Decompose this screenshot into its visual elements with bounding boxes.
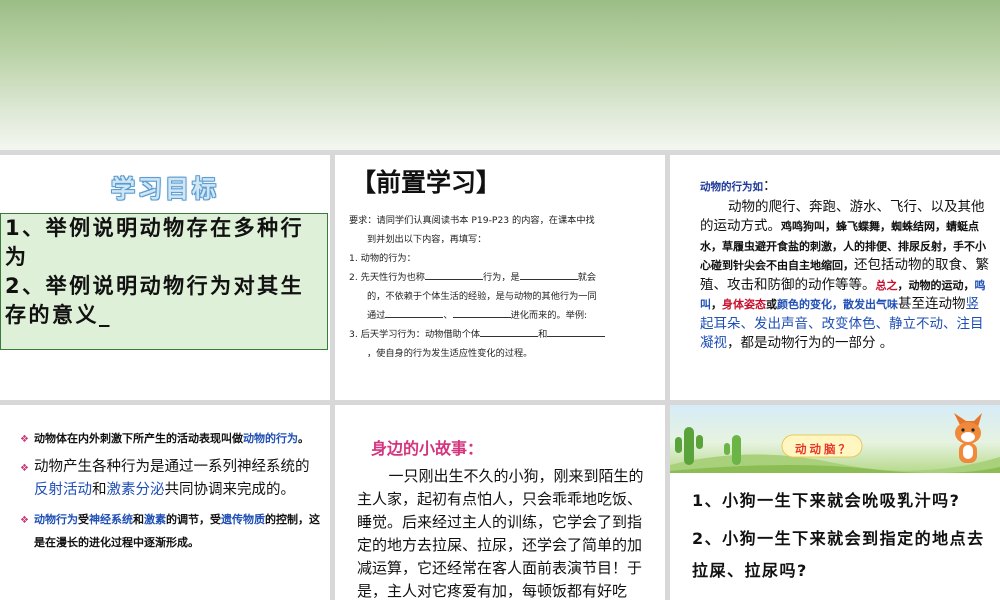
cartoon-scene [670,405,1000,474]
think-title: 动动脑？ [795,442,853,456]
question-3: 3. 后天学习行为：动物借助个体和 [349,325,654,344]
slide-preview-study[interactable]: 【前置学习】 要求：请同学们认真阅读书本 P19-P23 的内容，在课本中找 到… [335,155,665,400]
story-title: 身边的小故事： [371,439,484,458]
header-banner [0,0,1000,150]
think-question-2: 2、小狗一生下来就会到指定的地点去拉屎、拉尿吗? [692,529,985,580]
slide-story[interactable]: 身边的小故事： 一只刚出生不久的小狗，刚来到陌生的主人家，起初有点怕人，只会乖乖… [335,405,665,600]
preview-study-title: 【前置学习】 [351,168,502,197]
bullet-item: ❖ 动物产生各种行为是通过一系列神经系统的反射活动和激素分泌共同协调来完成的。 [20,459,310,498]
goals-box: 1、举例说明动物存在多种行为 2、举例说明动物行为对其生存的意义_ [0,213,328,350]
diamond-bullet-icon: ❖ [20,515,29,526]
requirement-line: 要求：请同学们认真阅读书本 P19-P23 的内容，在课本中找 [349,215,595,226]
bullet-item: ❖ 动物体在内外刺激下所产生的活动表现叫做动物的行为。 [20,427,320,450]
goal-item: 1、举例说明动物存在多种行为 [5,216,305,269]
question-2: 2. 先天性行为也称 行为，是 就会 [349,270,597,283]
fox-icon [954,413,982,463]
cartoon-scene-illustration [670,413,1000,474]
text-cursor: _ [99,303,112,327]
slide-think-questions[interactable]: 动动脑？ 1、小狗一生下来就会吮吸乳汁吗? 2、小狗一生下来就会到指定的地点去拉… [670,405,1000,600]
requirement-line: 到并划出以下内容，再填写： [367,234,487,245]
fill-blank[interactable] [452,308,511,318]
fill-blank[interactable] [425,270,483,280]
preview-study-body: 要求：请同学们认真阅读书本 P19-P23 的内容，在课本中找 到并划出以下内容… [349,211,654,363]
question-3-cont: ，使自身的行为发生适应性变化的过程。 [367,348,533,359]
definition-list: ❖ 动物体在内外刺激下所产生的活动表现叫做动物的行为。 ❖ 动物产生各种行为是通… [20,427,320,560]
slide-behavior-examples[interactable]: 动物的行为如： 动物的爬行、奔跑、游水、飞行、以及其他的运动方式。鸡鸣狗叫，蜂飞… [670,155,1000,400]
goal-item: 2、举例说明动物行为对其生存的意义_ [5,274,305,327]
fill-blank[interactable] [519,270,578,280]
learning-goals-title: 学习目标 [111,175,219,203]
question-1: 1. 动物的行为： [349,253,416,264]
slide-learning-goals[interactable]: 学习目标 1、举例说明动物存在多种行为 2、举例说明动物行为对其生存的意义_ [0,155,330,400]
question-2-cont: 的，不依赖于个体生活的经验，是与动物的其他行为一同 [367,291,597,302]
fill-blank[interactable] [547,327,606,337]
bullet-item: ❖ 动物行为受神经系统和激素的调节，受遗传物质的控制，这是在漫长的进化过程中逐渐… [20,508,320,554]
think-question-1: 1、小狗一生下来就会吮吸乳汁吗? [692,491,961,510]
diamond-bullet-icon: ❖ [20,434,29,445]
fill-blank[interactable] [385,308,444,318]
story-text: 一只刚出生不久的小狗，刚来到陌生的主人家，起初有点怕人，只会乖乖地吃饭、睡觉。后… [357,467,644,600]
fill-blank[interactable] [480,327,539,337]
behavior-examples-text: 动物的行为如： 动物的爬行、奔跑、游水、飞行、以及其他的运动方式。鸡鸣狗叫，蜂飞… [700,178,989,351]
question-2-cont: 通过、进化而来的。举例: [367,308,588,321]
slide-behavior-definition[interactable]: ❖ 动物体在内外刺激下所产生的活动表现叫做动物的行为。 ❖ 动物产生各种行为是通… [0,405,330,600]
examples-heading: 动物的行为如 [700,181,763,193]
diamond-bullet-icon: ❖ [20,463,29,474]
